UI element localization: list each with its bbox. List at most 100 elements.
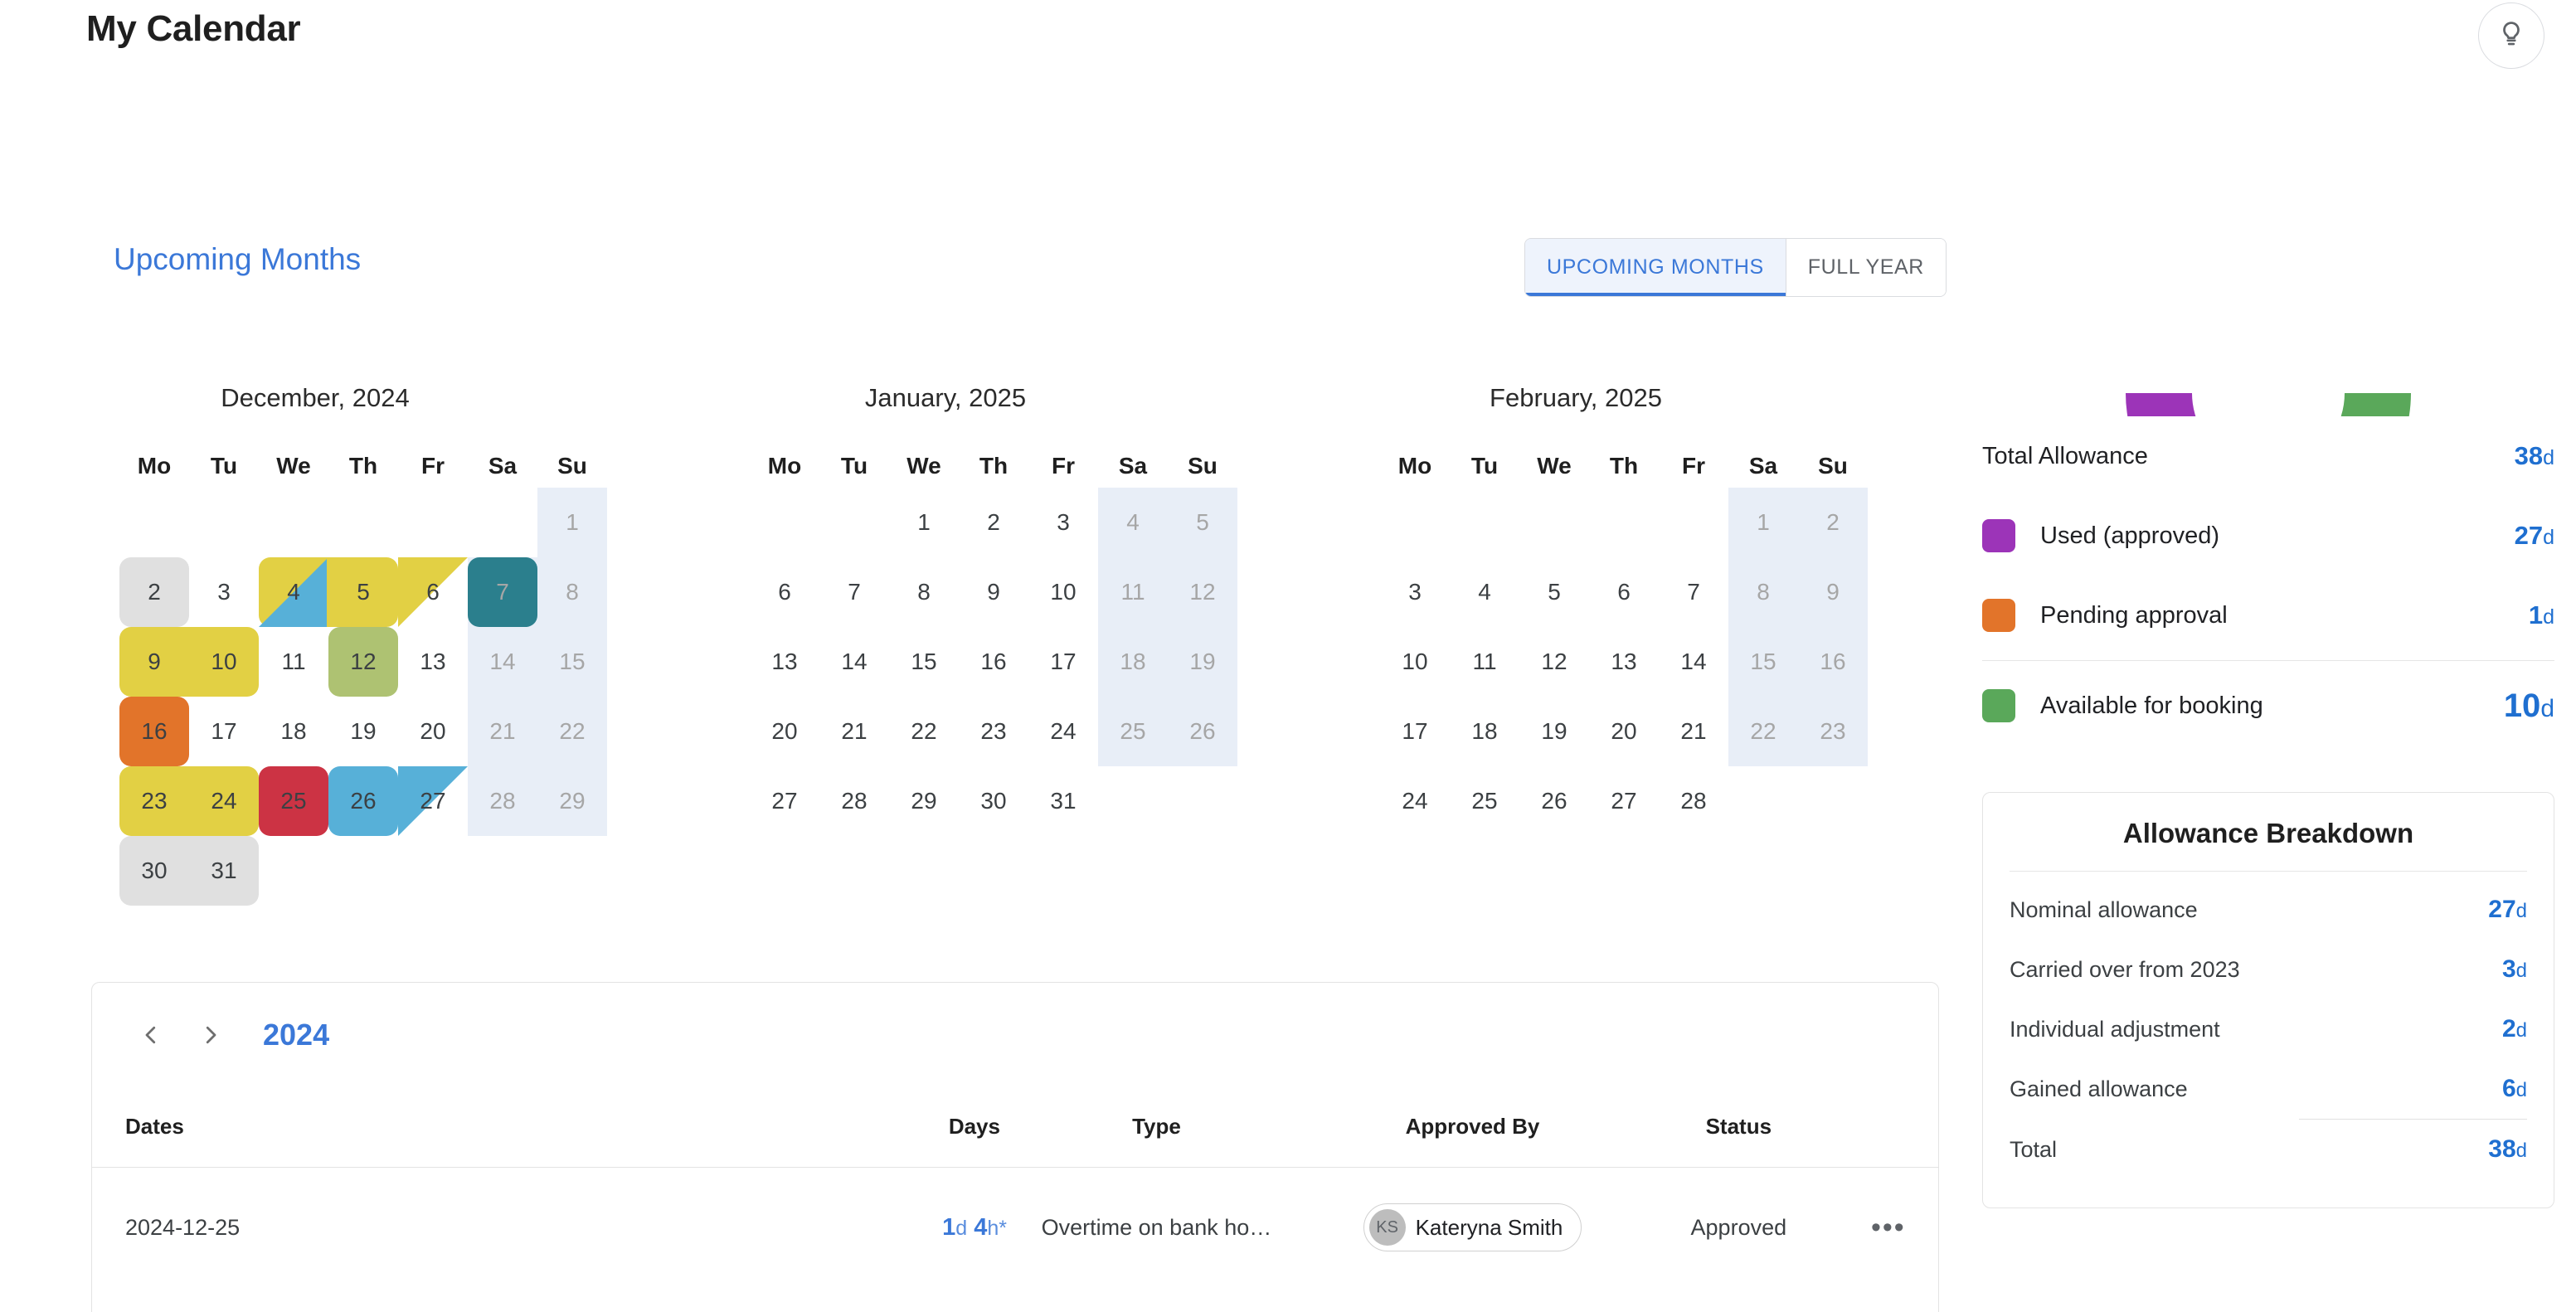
day-cell-7[interactable]: 7: [468, 557, 537, 627]
day-cell-26[interactable]: 26: [328, 766, 398, 836]
day-cell-22[interactable]: 22: [537, 697, 607, 766]
day-cell-8[interactable]: 8: [889, 557, 959, 627]
day-cell-24[interactable]: 24: [189, 766, 259, 836]
day-cell-13[interactable]: 13: [750, 627, 819, 697]
day-cell-4[interactable]: 4: [1450, 557, 1519, 627]
prev-year-button[interactable]: [125, 1009, 177, 1061]
day-cell-14[interactable]: 14: [1659, 627, 1728, 697]
day-cell-16[interactable]: 16: [959, 627, 1028, 697]
day-cell-22[interactable]: 22: [1728, 697, 1798, 766]
day-cell-21[interactable]: 21: [468, 697, 537, 766]
day-cell-31[interactable]: 31: [189, 836, 259, 906]
day-cell-28[interactable]: 28: [819, 766, 889, 836]
day-cell-23[interactable]: 23: [959, 697, 1028, 766]
day-cell-3[interactable]: 3: [189, 557, 259, 627]
day-cell-19[interactable]: 19: [328, 697, 398, 766]
day-cell-17[interactable]: 17: [1028, 627, 1098, 697]
day-cell-11[interactable]: 11: [1450, 627, 1519, 697]
tab-full-year[interactable]: FULL YEAR: [1786, 239, 1946, 296]
day-cell-23[interactable]: 23: [1798, 697, 1868, 766]
day-cell-31[interactable]: 31: [1028, 766, 1098, 836]
day-cell-23[interactable]: 23: [119, 766, 189, 836]
day-cell-19[interactable]: 19: [1168, 627, 1237, 697]
day-cell-14[interactable]: 14: [468, 627, 537, 697]
day-cell-1[interactable]: 1: [1728, 488, 1798, 557]
day-cell-24[interactable]: 24: [1380, 766, 1450, 836]
day-cell-18[interactable]: 18: [259, 697, 328, 766]
day-cell-24[interactable]: 24: [1028, 697, 1098, 766]
day-cell-5[interactable]: 5: [1168, 488, 1237, 557]
day-cell-29[interactable]: 29: [889, 766, 959, 836]
day-cell-26[interactable]: 26: [1168, 697, 1237, 766]
day-cell-16[interactable]: 16: [119, 697, 189, 766]
day-cell-10[interactable]: 10: [189, 627, 259, 697]
day-cell-14[interactable]: 14: [819, 627, 889, 697]
day-cell-9[interactable]: 9: [1798, 557, 1868, 627]
day-cell-13[interactable]: 13: [1589, 627, 1659, 697]
tab-upcoming-months[interactable]: UPCOMING MONTHS: [1525, 239, 1786, 296]
hint-button[interactable]: [2478, 2, 2544, 69]
day-cell-2[interactable]: 2: [959, 488, 1028, 557]
day-cell-21[interactable]: 21: [819, 697, 889, 766]
day-cell-27[interactable]: 27: [750, 766, 819, 836]
day-cell-22[interactable]: 22: [889, 697, 959, 766]
day-cell-10[interactable]: 10: [1380, 627, 1450, 697]
day-cell-6[interactable]: 6: [1589, 557, 1659, 627]
table-row[interactable]: 2024-12-241d*HolidayKSKateryna SmithAppr…: [92, 1288, 1938, 1312]
day-cell-28[interactable]: 28: [468, 766, 537, 836]
day-cell-17[interactable]: 17: [1380, 697, 1450, 766]
day-cell-10[interactable]: 10: [1028, 557, 1098, 627]
day-cell-30[interactable]: 30: [959, 766, 1028, 836]
day-cell-3[interactable]: 3: [1028, 488, 1098, 557]
approver-chip[interactable]: KSKateryna Smith: [1363, 1203, 1582, 1251]
day-cell-30[interactable]: 30: [119, 836, 189, 906]
day-cell-25[interactable]: 25: [1450, 766, 1519, 836]
day-cell-19[interactable]: 19: [1519, 697, 1589, 766]
day-cell-8[interactable]: 8: [1728, 557, 1798, 627]
day-cell-2[interactable]: 2: [1798, 488, 1868, 557]
day-cell-21[interactable]: 21: [1659, 697, 1728, 766]
day-cell-12[interactable]: 12: [1168, 557, 1237, 627]
day-cell-25[interactable]: 25: [1098, 697, 1168, 766]
day-cell-13[interactable]: 13: [398, 627, 468, 697]
kebab-menu-icon[interactable]: •••: [1871, 1212, 1906, 1243]
day-cell-15[interactable]: 15: [537, 627, 607, 697]
next-year-button[interactable]: [185, 1009, 236, 1061]
day-cell-5[interactable]: 5: [1519, 557, 1589, 627]
day-cell-18[interactable]: 18: [1098, 627, 1168, 697]
day-cell-5[interactable]: 5: [328, 557, 398, 627]
day-cell-6[interactable]: 6: [398, 557, 468, 627]
day-cell-4[interactable]: 4: [259, 557, 328, 627]
day-cell-11[interactable]: 11: [259, 627, 328, 697]
day-cell-18[interactable]: 18: [1450, 697, 1519, 766]
day-cell-27[interactable]: 27: [1589, 766, 1659, 836]
table-row[interactable]: 2024-12-251d 4h*Overtime on bank ho…KSKa…: [92, 1167, 1938, 1288]
day-cell-7[interactable]: 7: [1659, 557, 1728, 627]
day-cell-9[interactable]: 9: [959, 557, 1028, 627]
day-cell-3[interactable]: 3: [1380, 557, 1450, 627]
day-cell-12[interactable]: 12: [1519, 627, 1589, 697]
day-cell-16[interactable]: 16: [1798, 627, 1868, 697]
day-cell-4[interactable]: 4: [1098, 488, 1168, 557]
day-cell-25[interactable]: 25: [259, 766, 328, 836]
day-cell-15[interactable]: 15: [889, 627, 959, 697]
day-cell-20[interactable]: 20: [750, 697, 819, 766]
day-cell-29[interactable]: 29: [537, 766, 607, 836]
day-cell-1[interactable]: 1: [889, 488, 959, 557]
day-cell-17[interactable]: 17: [189, 697, 259, 766]
day-cell-12[interactable]: 12: [328, 627, 398, 697]
day-cell-20[interactable]: 20: [398, 697, 468, 766]
day-cell-1[interactable]: 1: [537, 488, 607, 557]
day-cell-27[interactable]: 27: [398, 766, 468, 836]
day-cell-26[interactable]: 26: [1519, 766, 1589, 836]
day-cell-28[interactable]: 28: [1659, 766, 1728, 836]
day-cell-11[interactable]: 11: [1098, 557, 1168, 627]
day-cell-8[interactable]: 8: [537, 557, 607, 627]
day-cell-6[interactable]: 6: [750, 557, 819, 627]
day-cell-7[interactable]: 7: [819, 557, 889, 627]
day-cell-20[interactable]: 20: [1589, 697, 1659, 766]
view-toggle[interactable]: UPCOMING MONTHS FULL YEAR: [1524, 238, 1947, 297]
day-cell-9[interactable]: 9: [119, 627, 189, 697]
day-cell-2[interactable]: 2: [119, 557, 189, 627]
day-cell-15[interactable]: 15: [1728, 627, 1798, 697]
